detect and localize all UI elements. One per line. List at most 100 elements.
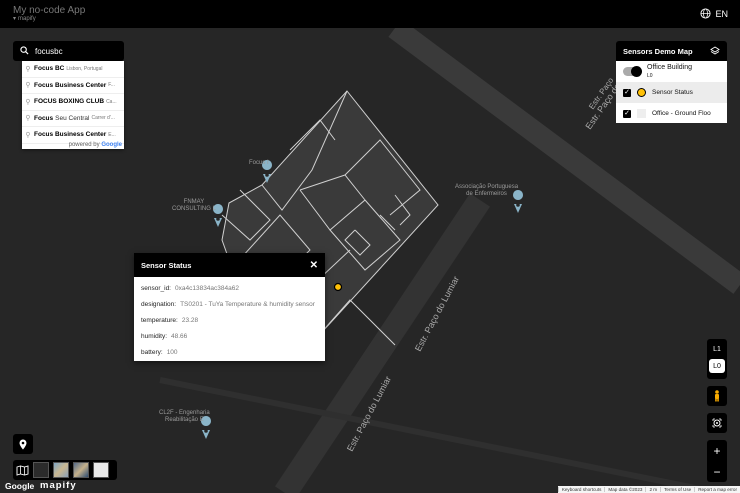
suggestion-match: Focus BC [34, 65, 65, 73]
globe-icon [700, 8, 712, 19]
poi-label-line: FNMAY [183, 199, 205, 205]
language-selector[interactable]: EN [700, 8, 728, 19]
location-pin-icon: ⚲ [25, 115, 31, 123]
location-pin-icon: ⚲ [25, 82, 31, 90]
poi-label: Focus I [249, 160, 269, 166]
popup-value: TS0201 - TuYa Temperature & humidity sen… [180, 300, 315, 308]
layer-name: Sensor Status [652, 89, 693, 96]
poi-label-line: Associação Portuguesa [455, 184, 519, 190]
zoom-controls: + − [707, 440, 727, 482]
map-attribution: Keyboard shortcuts Map data ©2023 2 m Te… [557, 486, 740, 493]
zoom-in-button[interactable]: + [707, 440, 727, 461]
building-level: L0 [647, 72, 653, 79]
suggestion-match: Focus Business Center [34, 131, 107, 139]
layers-panel-header: Sensors Demo Map [616, 41, 727, 61]
powered-by-text: powered by [68, 142, 100, 148]
poi-label-line: CL2F - Engenharia [159, 410, 210, 416]
poi-label: Associação Portuguesa de Enfermeiros [455, 184, 518, 198]
suggestion-desc: E... [108, 131, 116, 138]
level-button-l0[interactable]: L0 [709, 359, 725, 373]
map-pin-icon [19, 439, 27, 449]
sensor-status-swatch-icon [637, 88, 646, 97]
location-pin-icon: ⚲ [25, 65, 31, 73]
popup-value: 48.66 [171, 332, 188, 340]
language-code: EN [715, 8, 728, 19]
suggestion-match: FOCUS BOXING CLUB [34, 98, 105, 106]
popup-key: sensor_id: [141, 284, 171, 292]
suggestion-item[interactable]: ⚲ Focus BC Lisbon, Portugal [22, 61, 124, 78]
layer-checkbox[interactable]: ✓ [623, 88, 631, 97]
app-header: My no-code App ▾ mapify EN [0, 0, 740, 28]
layers-icon[interactable] [710, 46, 720, 56]
brand-name: mapify [18, 15, 36, 22]
mapify-logo-icon: ▾ [13, 16, 17, 22]
search-suggestions: ⚲ Focus BC Lisbon, Portugal ⚲ Focus Busi… [22, 61, 124, 149]
popup-key: designation: [141, 300, 177, 308]
popup-header: Sensor Status ✕ [134, 253, 325, 277]
level-picker: L1 L0 [707, 339, 727, 379]
level-button-l1[interactable]: L1 [709, 342, 725, 356]
suggestion-item[interactable]: ⚲ Focus Business Center F... [22, 78, 124, 94]
building-toggle-row: Office Building L0 [616, 61, 727, 82]
layer-checkbox[interactable]: ✓ [623, 109, 631, 118]
brand-subtitle: ▾ mapify [13, 15, 36, 23]
powered-by-google: powered by Google [69, 142, 122, 148]
layer-row-office-ground-floor[interactable]: ✓ Office - Ground Floo [616, 103, 727, 124]
poi-label: FNMAY CONSULTING L [172, 199, 216, 213]
popup-value: 23.28 [181, 316, 199, 324]
suggestion-desc: F... [108, 82, 115, 89]
suggestion-match: Focus Business Center [34, 81, 107, 89]
popup-key: temperature: [141, 316, 178, 324]
basemap-dark-thumbnail[interactable] [33, 462, 49, 478]
poi-label-line: Reabilitação E [165, 417, 204, 423]
suggestion-desc: Carrer d'... [91, 115, 115, 122]
poi-label-line: de Enfermeiros [466, 191, 507, 197]
suggestion-match: Focus [34, 114, 54, 122]
google-logo: Google [5, 481, 35, 491]
layer-row-sensor-status[interactable]: ✓ Sensor Status [616, 82, 727, 103]
google-logo: Google [101, 142, 122, 148]
suggestion-desc: Ca... [106, 98, 117, 105]
popup-row: designation: TS0201 - TuYa Temperature & … [134, 296, 325, 312]
mapify-logo: mapify [40, 480, 77, 491]
location-pin-button[interactable] [13, 434, 33, 454]
basemap-light-thumbnail[interactable] [93, 462, 109, 478]
crosshair-icon [712, 418, 722, 428]
floor-swatch-icon [637, 109, 646, 118]
poi-label-line: CONSULTING L [172, 206, 216, 212]
basemap-satellite-thumbnail[interactable] [53, 462, 69, 478]
poi-label: CL2F - Engenharia Reabilitação E [159, 410, 210, 424]
map-icon[interactable] [16, 464, 29, 476]
popup-row: temperature: 23.28 [134, 312, 325, 328]
popup-row: sensor_id: 0xa4c13834ac384a62 [134, 280, 325, 296]
building-toggle[interactable] [623, 66, 642, 77]
close-icon[interactable]: ✕ [310, 260, 318, 271]
location-pin-icon: ⚲ [25, 98, 31, 106]
terms-link[interactable]: Terms of Use [660, 487, 694, 492]
scale-bar[interactable]: 2 m [645, 487, 660, 492]
street-view-button[interactable] [707, 386, 727, 406]
search-icon[interactable] [13, 42, 35, 60]
layer-name: Office - Ground Floo [652, 110, 711, 117]
basemap-terrain-thumbnail[interactable] [73, 462, 89, 478]
map-title: Sensors Demo Map [623, 46, 693, 56]
sensor-marker [333, 282, 343, 292]
popup-row: humidity: 48.66 [134, 328, 325, 344]
suggestion-item[interactable]: ⚲ Focus Seu Central Carrer d'... [22, 111, 124, 127]
keyboard-shortcuts-link[interactable]: Keyboard shortcuts [557, 487, 605, 492]
search-bar [13, 41, 124, 61]
popup-value: 0xa4c13834ac384a62 [175, 284, 239, 292]
location-pin-icon: ⚲ [25, 131, 31, 139]
popup-value: 100 [166, 348, 178, 356]
report-error-link[interactable]: Report a map error [694, 487, 740, 492]
search-input[interactable] [35, 46, 115, 56]
map-data-text: Map data ©2023 [604, 487, 645, 492]
basemap-switcher [13, 460, 117, 480]
zoom-out-button[interactable]: − [707, 461, 727, 482]
my-location-button[interactable] [707, 413, 727, 433]
suggestion-item[interactable]: ⚲ FOCUS BOXING CLUB Ca... [22, 94, 124, 111]
suggestion-rest: Seu Central [55, 114, 90, 122]
popup-key: battery: [141, 348, 163, 356]
building-name: Office Building [647, 63, 693, 71]
popup-key: humidity: [141, 332, 168, 340]
